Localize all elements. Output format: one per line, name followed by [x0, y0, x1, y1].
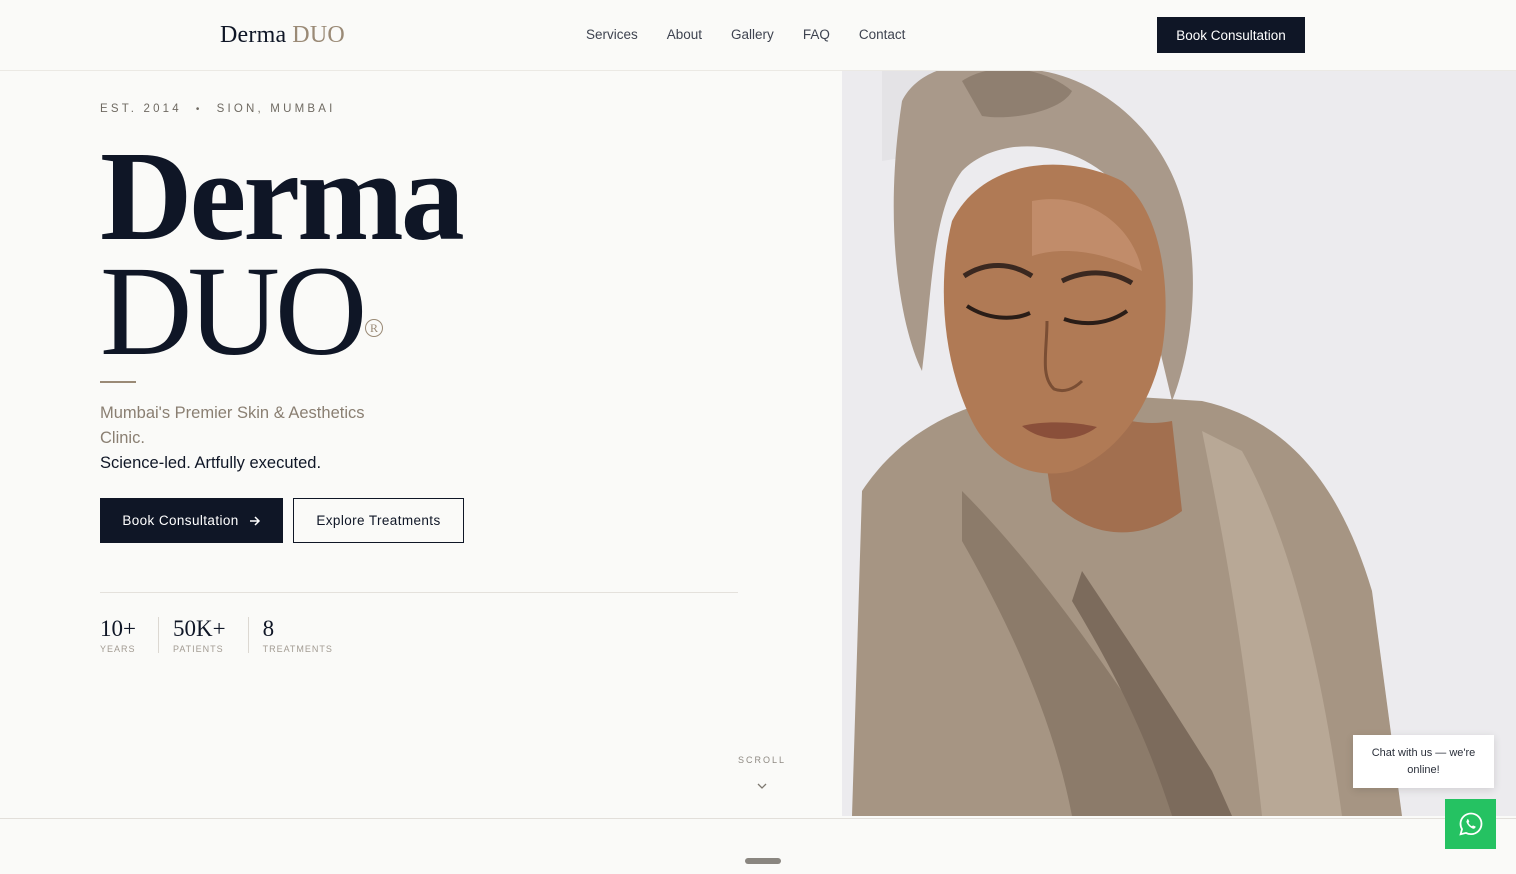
- nav-services[interactable]: Services: [586, 27, 638, 42]
- main-nav: Services About Gallery FAQ Contact: [586, 27, 905, 42]
- accent-divider: [100, 381, 136, 383]
- eyebrow: EST. 2014 • SION, MUMBAI: [100, 103, 335, 115]
- hero-portrait-image: [842, 71, 1516, 816]
- registered-mark-icon: R: [365, 319, 383, 337]
- eyebrow-separator: •: [195, 103, 203, 115]
- chevron-down-icon[interactable]: [755, 779, 769, 793]
- stat-treatments: 8 TREATMENTS: [262, 616, 355, 655]
- stat-value: 8: [262, 616, 275, 641]
- hero-subtitle: Mumbai's Premier Skin & Aesthetics Clini…: [100, 404, 365, 447]
- site-header: Derma DUO Services About Gallery FAQ Cont…: [0, 0, 1516, 71]
- stat-label: TREATMENTS: [262, 644, 333, 654]
- logo[interactable]: Derma DUO: [220, 22, 345, 49]
- hero-tagline: Science-led. Artfully executed.: [100, 454, 322, 472]
- explore-treatments-button[interactable]: Explore Treatments: [293, 498, 464, 543]
- logo-secondary: DUO: [292, 22, 345, 48]
- book-consultation-label: Book Consultation: [122, 513, 239, 528]
- hero-title-line2: DUO: [100, 240, 367, 382]
- stat-label: PATIENTS: [172, 644, 224, 654]
- scroll-indicator-label[interactable]: SCROLL: [738, 755, 786, 765]
- section-bottom-border: [0, 818, 1516, 819]
- whatsapp-icon: [1458, 812, 1482, 836]
- nav-contact[interactable]: Contact: [859, 27, 906, 42]
- header-book-consultation-button[interactable]: Book Consultation: [1157, 17, 1305, 53]
- stat-patients: 50K+ PATIENTS: [172, 616, 249, 654]
- nav-faq[interactable]: FAQ: [803, 27, 830, 42]
- stat-years: 10+ YEARS: [100, 616, 159, 654]
- eyebrow-established: EST. 2014: [100, 103, 182, 115]
- stats-row: 10+ YEARS 50K+ PATIENTS 8 TREATMENTS: [100, 616, 369, 655]
- portrait-illustration: [842, 71, 1516, 816]
- scroll-handle[interactable]: [745, 858, 781, 864]
- stats-divider: [100, 592, 738, 593]
- whatsapp-chat-button[interactable]: [1445, 799, 1496, 849]
- stat-value: 50K+: [172, 616, 226, 641]
- nav-about[interactable]: About: [667, 27, 702, 42]
- nav-gallery[interactable]: Gallery: [731, 27, 774, 42]
- logo-primary: Derma: [220, 22, 287, 48]
- eyebrow-location: SION, MUMBAI: [216, 103, 336, 115]
- book-consultation-button[interactable]: Book Consultation: [100, 498, 283, 543]
- stat-label: YEARS: [100, 644, 136, 654]
- arrow-right-icon: [249, 515, 260, 526]
- stat-value: 10+: [100, 616, 136, 641]
- chat-bubble[interactable]: Chat with us — we're online!: [1353, 735, 1494, 788]
